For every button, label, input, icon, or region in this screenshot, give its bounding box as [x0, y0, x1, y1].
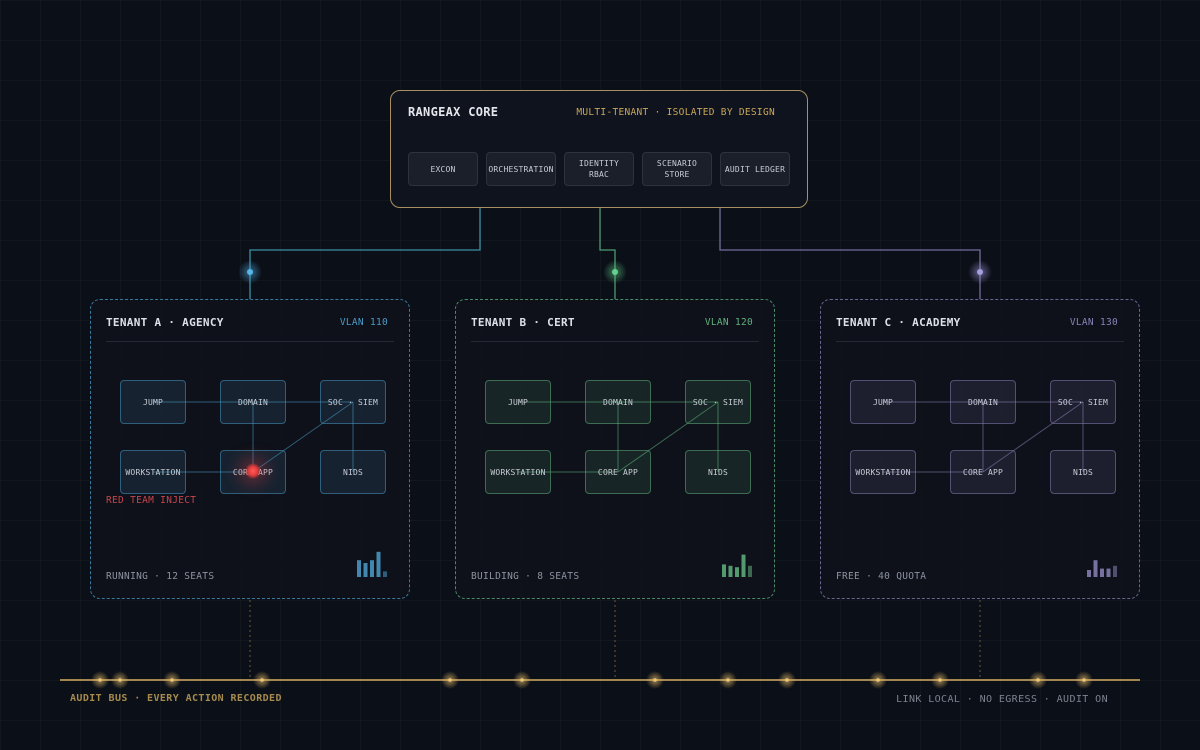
activity-bar [363, 563, 368, 577]
bus-event-dot [118, 678, 122, 682]
tenant-c-activity-bars [1087, 560, 1117, 577]
activity-bar [1113, 565, 1117, 577]
tenant-b-status: BUILDING · 8 SEATS [471, 571, 580, 582]
activity-bar [1100, 568, 1104, 577]
link-core-tenant-b [599, 208, 616, 300]
red-team-inject-marker [245, 463, 261, 479]
tenant-b-title: TENANT B · CERT [471, 316, 575, 329]
bus-event-dot [98, 678, 102, 682]
junction-dot-a [247, 269, 253, 275]
node-core-app[interactable]: CORE APP [585, 450, 651, 494]
bus-event-dot [260, 678, 264, 682]
tenant-a-divider [106, 341, 394, 342]
activity-bar [1087, 570, 1091, 577]
service-excon: EXCON [408, 152, 478, 186]
activity-bar [741, 554, 746, 577]
activity-bar [1093, 560, 1098, 577]
audit-bus-label: AUDIT BUS · EVERY ACTION RECORDED [70, 693, 282, 704]
link-core-tenant-c [719, 208, 981, 300]
tenant-c-title: TENANT C · ACADEMY [836, 316, 961, 329]
activity-bar [735, 567, 739, 577]
node-soc-siem[interactable]: SOC · SIEM [320, 380, 386, 424]
core-subtitle: MULTI-TENANT · ISOLATED BY DESIGN [576, 107, 775, 118]
bus-event-dot [938, 678, 942, 682]
junction-dot-b [612, 269, 618, 275]
activity-bar [1106, 568, 1111, 577]
node-nids[interactable]: NIDS [685, 450, 751, 494]
node-jump[interactable]: JUMP [850, 380, 916, 424]
node-core-app[interactable]: CORE APP [950, 450, 1016, 494]
activity-bar [370, 560, 374, 577]
tenant-c-vlan: VLAN 130 [1069, 317, 1118, 328]
tenant-a-activity-bars [357, 551, 387, 577]
node-domain[interactable]: DOMAIN [585, 380, 651, 424]
node-soc-siem[interactable]: SOC · SIEM [685, 380, 751, 424]
bus-event-dot [653, 678, 657, 682]
service-identity-rbac: IDENTITY RBAC [564, 152, 634, 186]
activity-bar [357, 560, 361, 577]
node-jump[interactable]: JUMP [485, 380, 551, 424]
node-domain[interactable]: DOMAIN [950, 380, 1016, 424]
tenant-b-vlan: VLAN 120 [704, 317, 753, 328]
tenant-b-activity-bars [722, 554, 752, 577]
node-workstation[interactable]: WORKSTATION [485, 450, 551, 494]
tenant-c-divider [836, 341, 1124, 342]
activity-bar [722, 564, 726, 577]
bus-event-dot [785, 678, 789, 682]
activity-bar [376, 551, 381, 577]
node-nids[interactable]: NIDS [320, 450, 386, 494]
tenant-a-panel: TENANT A · AGENCY VLAN 110 JUMP DOMAIN S… [90, 299, 410, 599]
bus-event-dot [520, 678, 524, 682]
bus-event-dot [448, 678, 452, 682]
activity-bar [728, 565, 733, 577]
core-services: EXCON ORCHESTRATION IDENTITY RBAC SCENARI… [408, 152, 790, 186]
node-workstation[interactable]: WORKSTATION [850, 450, 916, 494]
node-domain[interactable]: DOMAIN [220, 380, 286, 424]
node-workstation[interactable]: WORKSTATION [120, 450, 186, 494]
activity-bar [383, 571, 387, 577]
tenant-a-status: RUNNING · 12 SEATS [106, 571, 215, 582]
node-jump[interactable]: JUMP [120, 380, 186, 424]
tenant-c-panel: TENANT C · ACADEMY VLAN 130 JUMP DOMAIN … [820, 299, 1140, 599]
tenant-b-divider [471, 341, 759, 342]
red-team-inject-label: RED TEAM INJECT [106, 495, 197, 506]
bus-event-dot [726, 678, 730, 682]
tenant-a-vlan: VLAN 110 [339, 317, 388, 328]
service-scenario-store: SCENARIO STORE [642, 152, 712, 186]
bus-event-dot [170, 678, 174, 682]
node-nids[interactable]: NIDS [1050, 450, 1116, 494]
service-orchestration: ORCHESTRATION [486, 152, 556, 186]
core-title: RANGEAX CORE [408, 105, 499, 119]
junction-dot-c [977, 269, 983, 275]
activity-bar [748, 565, 752, 577]
bus-event-dot [1082, 678, 1086, 682]
node-soc-siem[interactable]: SOC · SIEM [1050, 380, 1116, 424]
tenant-b-panel: TENANT B · CERT VLAN 120 JUMP DOMAIN SOC… [455, 299, 775, 599]
tenant-c-status: FREE · 40 QUOTA [836, 571, 927, 582]
link-core-tenant-a [249, 208, 481, 300]
bus-event-dot [1036, 678, 1040, 682]
bus-event-dot [876, 678, 880, 682]
core-platform-box: RANGEAX CORE MULTI-TENANT · ISOLATED BY … [390, 90, 808, 208]
service-audit-ledger: AUDIT LEDGER [720, 152, 790, 186]
tenant-a-title: TENANT A · AGENCY [106, 316, 224, 329]
audit-bus-note: LINK LOCAL · NO EGRESS · AUDIT ON [896, 694, 1108, 705]
